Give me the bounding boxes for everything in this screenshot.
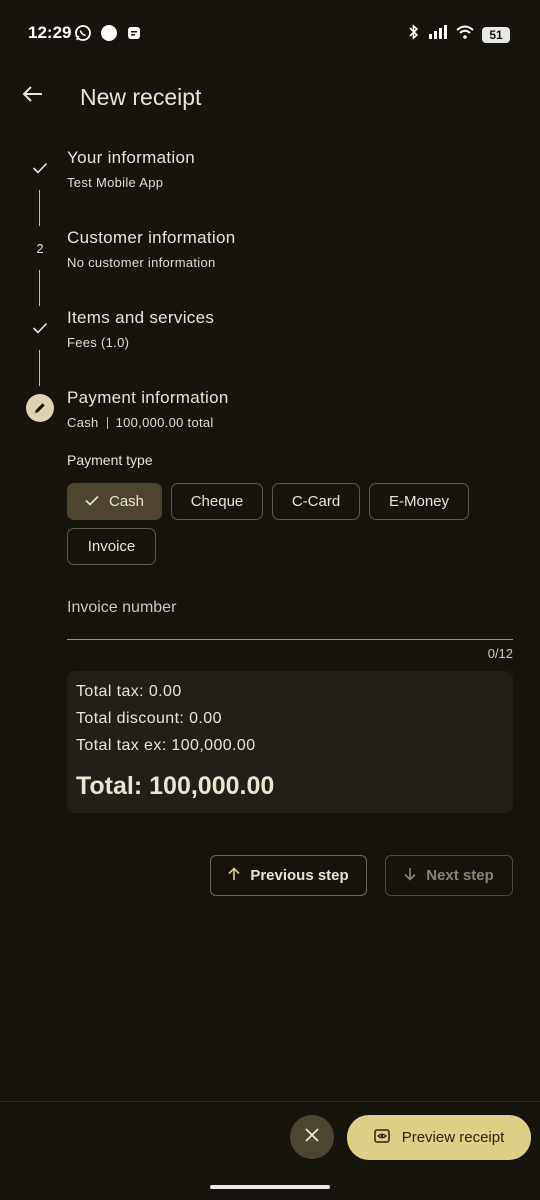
back-arrow-icon (21, 85, 43, 108)
eye-icon (373, 1128, 390, 1147)
notes-icon (126, 25, 142, 46)
step-3-title[interactable]: Items and services (67, 308, 214, 328)
whatsapp-icon (74, 24, 92, 47)
pencil-icon (26, 394, 54, 422)
previous-step-button[interactable]: Previous step (210, 855, 367, 896)
step-1-check-icon (26, 154, 54, 182)
next-step-button[interactable]: Next step (385, 855, 513, 896)
payment-option-e-money[interactable]: E-Money (369, 483, 469, 520)
step-connector (39, 270, 40, 306)
step-1-subtitle: Test Mobile App (67, 175, 164, 190)
invoice-number-input[interactable] (67, 622, 513, 640)
payment-option-cash[interactable]: Cash (67, 483, 162, 520)
step-connector (39, 190, 40, 226)
step-1-title[interactable]: Your information (67, 148, 195, 168)
wifi-icon (456, 25, 474, 44)
step-4-subtitle: Cash 100,000.00 total (67, 415, 214, 430)
back-button[interactable] (18, 82, 46, 110)
bluetooth-icon (408, 24, 420, 45)
status-bar: 12:29 51 (0, 0, 540, 64)
signal-icon (428, 25, 448, 44)
payment-total-summary: 100,000.00 total (115, 415, 214, 430)
payment-type-label: Payment type (67, 452, 153, 468)
new-receipt-screen: 12:29 51 New receipt Your information Te… (0, 0, 540, 1200)
step-connector (39, 350, 40, 386)
payment-method-summary: Cash (67, 415, 99, 430)
separator (106, 416, 108, 429)
payment-option-cheque[interactable]: Cheque (171, 483, 263, 520)
dot-icon (100, 24, 118, 47)
preview-receipt-button[interactable]: Preview receipt (347, 1115, 531, 1160)
invoice-number-label: Invoice number (67, 599, 177, 616)
arrow-down-icon (404, 867, 416, 885)
invoice-character-counter: 0/12 (487, 646, 513, 661)
bottom-divider (0, 1101, 540, 1102)
step-4-marker (26, 394, 54, 422)
close-icon (304, 1127, 320, 1148)
step-2-number: 2 (36, 240, 44, 256)
total-tax-ex: Total tax ex: 100,000.00 (76, 737, 256, 754)
step-4-title[interactable]: Payment information (67, 388, 229, 408)
step-2-subtitle: No customer information (67, 255, 216, 270)
payment-option-invoice[interactable]: Invoice (67, 528, 156, 565)
totals-card: Total tax: 0.00 Total discount: 0.00 Tot… (67, 671, 513, 813)
battery-icon: 51 (482, 26, 510, 43)
step-3-check-icon (26, 314, 54, 342)
page-title: New receipt (80, 84, 202, 110)
home-indicator[interactable] (210, 1185, 330, 1189)
total-discount: Total discount: 0.00 (76, 710, 222, 727)
grand-total: Total: 100,000.00 (76, 772, 275, 800)
payment-option-c-card[interactable]: C-Card (272, 483, 360, 520)
cancel-button[interactable] (290, 1115, 334, 1159)
arrow-up-icon (228, 866, 240, 885)
status-time: 12:29 (28, 23, 72, 42)
check-icon (85, 493, 99, 510)
total-tax: Total tax: 0.00 (76, 683, 182, 700)
step-3-subtitle: Fees (1.0) (67, 335, 130, 350)
step-2-title[interactable]: Customer information (67, 228, 236, 248)
